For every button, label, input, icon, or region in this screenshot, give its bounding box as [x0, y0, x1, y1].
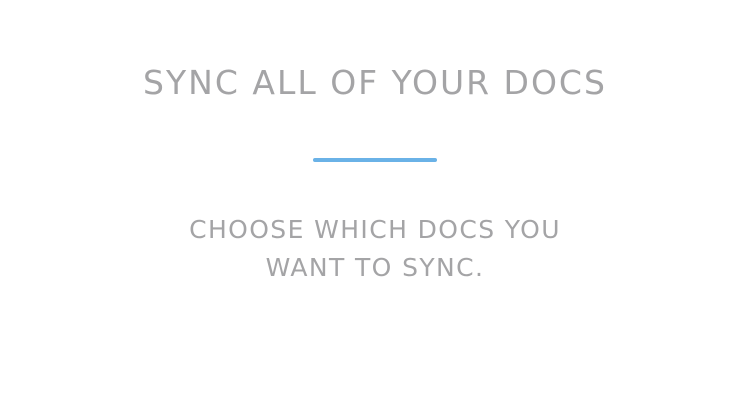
- subtitle-line-1: CHOOSE WHICH DOCS YOU: [189, 215, 561, 244]
- onboarding-screen: SYNC ALL OF YOUR DOCS CHOOSE WHICH DOCS …: [0, 0, 750, 400]
- onboarding-subtitle: CHOOSE WHICH DOCS YOU WANT TO SYNC.: [0, 211, 750, 287]
- accent-divider: [313, 158, 437, 162]
- onboarding-title: SYNC ALL OF YOUR DOCS: [143, 63, 607, 102]
- subtitle-line-2: WANT TO SYNC.: [265, 253, 485, 282]
